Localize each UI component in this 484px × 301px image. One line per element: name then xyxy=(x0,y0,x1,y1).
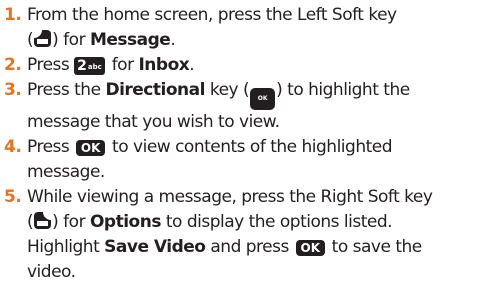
text: While viewing a message, press the Right… xyxy=(27,187,433,207)
step-number: 2. xyxy=(4,55,22,75)
text: video. xyxy=(27,262,76,282)
text: Press xyxy=(27,55,75,75)
menu-name-message: Message xyxy=(89,30,171,50)
text: ) for xyxy=(52,30,90,50)
text: key ( xyxy=(204,80,250,100)
ok-key-icon: OK xyxy=(295,240,325,256)
step-line: video. xyxy=(27,260,484,285)
step-line: While viewing a message, press the Right… xyxy=(27,185,484,210)
text: From the home screen, press the Left Sof… xyxy=(27,5,397,25)
text: message. xyxy=(27,162,105,182)
step-3: 3. Press the Directional key (OK) to hig… xyxy=(0,78,484,135)
step-5: 5. While viewing a message, press the Ri… xyxy=(0,185,484,285)
step-line: Press OK to view contents of the highlig… xyxy=(27,135,484,160)
step-text: Press OK to view contents of the highlig… xyxy=(27,135,484,185)
text: ( xyxy=(27,30,34,50)
text: and press xyxy=(205,237,294,257)
step-number: 4. xyxy=(4,137,22,157)
step-text: While viewing a message, press the Right… xyxy=(27,185,484,285)
text: to display the options listed. xyxy=(160,212,393,232)
text: message that you wish to view. xyxy=(27,112,280,132)
step-line: From the home screen, press the Left Sof… xyxy=(27,3,484,28)
text: Press the xyxy=(27,80,106,100)
key-digit: 2 xyxy=(77,58,87,74)
step-4: 4. Press OK to view contents of the high… xyxy=(0,135,484,185)
step-number: 1. xyxy=(4,5,22,25)
number-2-key-icon: 2abc xyxy=(74,57,105,75)
step-number: 3. xyxy=(4,80,22,100)
step-line: Highlight Save Video and press OK to sav… xyxy=(27,235,484,260)
text: to save the xyxy=(326,237,423,257)
text: ) to highlight the xyxy=(276,80,410,100)
directional-key-icon: OK xyxy=(250,88,276,110)
step-text: Press the Directional key (OK) to highli… xyxy=(27,78,484,135)
step-1: 1. From the home screen, press the Left … xyxy=(0,3,484,53)
text: to view contents of the highlighted xyxy=(107,137,393,157)
step-line: message that you wish to view. xyxy=(27,110,484,135)
menu-name-inbox: Inbox xyxy=(138,55,190,75)
step-line: ( ) for Message. xyxy=(27,28,484,53)
step-line: Press 2abc for Inbox. xyxy=(27,53,484,78)
left-soft-key-icon xyxy=(34,30,52,47)
step-line: Press the Directional key (OK) to highli… xyxy=(27,78,484,110)
step-line: ( ) for Options to display the options li… xyxy=(27,210,484,235)
text: . xyxy=(189,55,195,75)
text: . xyxy=(170,30,176,50)
text: for xyxy=(106,55,139,75)
step-text: Press 2abc for Inbox. xyxy=(27,53,484,78)
menu-name-options: Options xyxy=(89,212,161,232)
step-text: From the home screen, press the Left Sof… xyxy=(27,3,484,53)
instruction-list: 1. From the home screen, press the Left … xyxy=(0,3,484,285)
step-line: message. xyxy=(27,160,484,185)
step-number: 5. xyxy=(4,187,22,207)
text: ) for xyxy=(52,212,90,232)
key-name-directional: Directional xyxy=(105,80,205,100)
text: Press xyxy=(27,137,75,157)
step-2: 2. Press 2abc for Inbox. xyxy=(0,53,484,78)
text: Highlight xyxy=(27,237,105,257)
right-soft-key-icon xyxy=(34,212,52,229)
ok-key-icon: OK xyxy=(76,140,106,156)
key-letters: abc xyxy=(87,63,102,71)
menu-name-save-video: Save Video xyxy=(104,237,206,257)
text: ( xyxy=(27,212,34,232)
